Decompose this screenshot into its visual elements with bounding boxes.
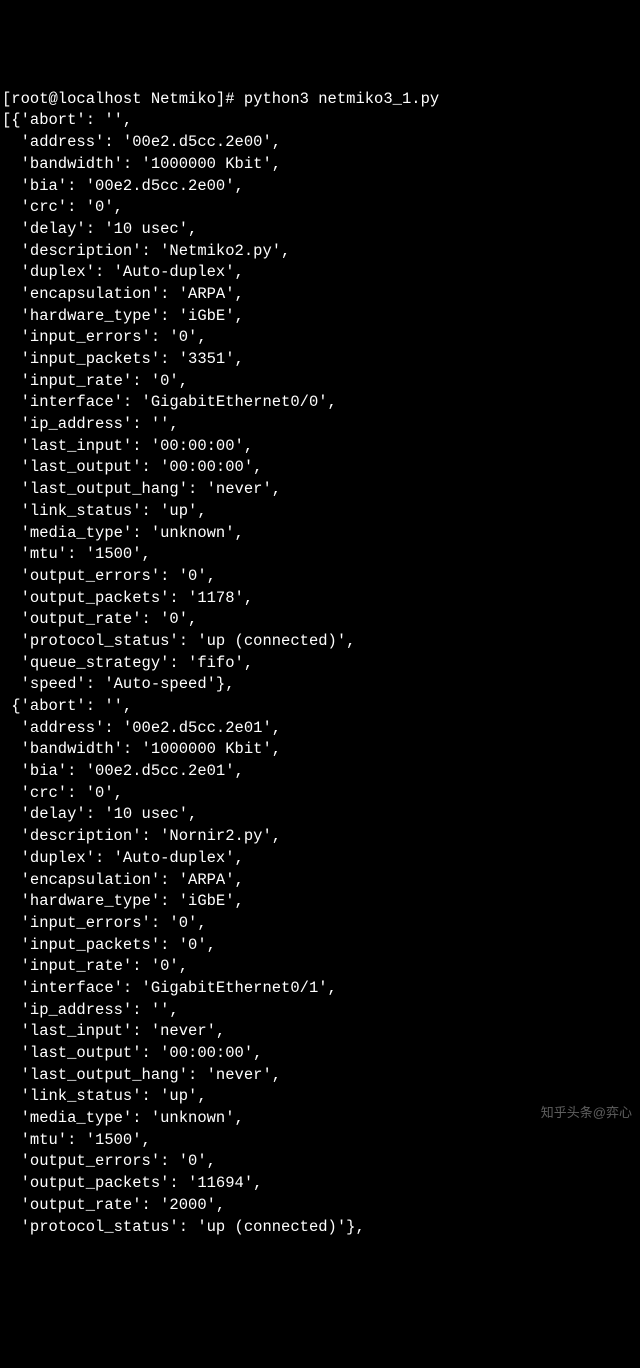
watermark-text: 知乎头条@弈心 [541,1104,632,1122]
terminal-output: [root@localhost Netmiko]# python3 netmik… [2,89,638,1238]
